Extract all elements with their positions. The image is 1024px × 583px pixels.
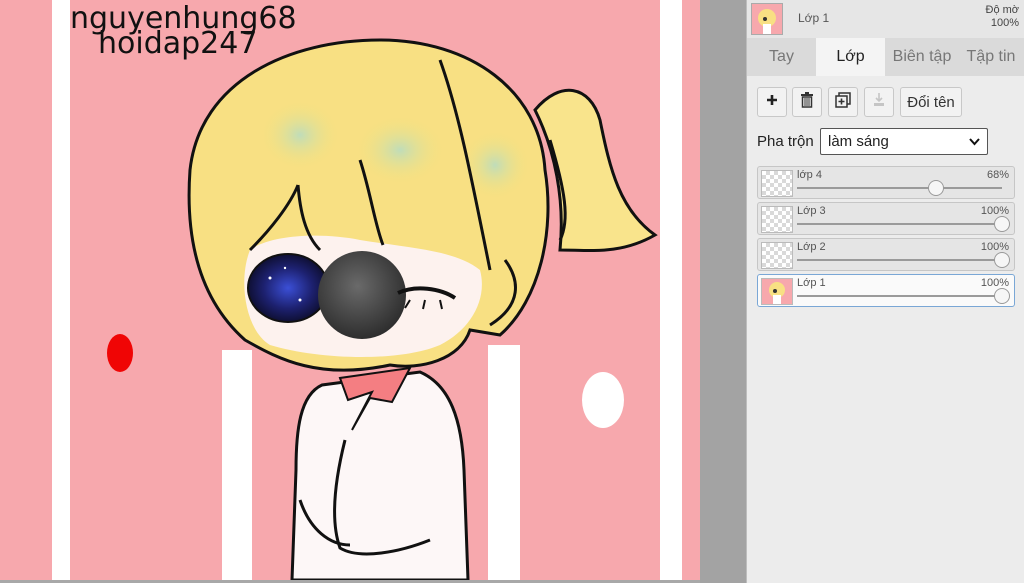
- stripe: [52, 0, 70, 580]
- opacity-slider-track[interactable]: [797, 259, 1002, 261]
- layer-thumbnail: [761, 170, 793, 197]
- blend-mode-select[interactable]: làm sáng: [820, 128, 988, 155]
- drawing-canvas-area[interactable]: nguyenhung68 hoidap247: [0, 0, 700, 583]
- layer-row[interactable]: Lớp 2 100%: [757, 238, 1015, 271]
- rename-layer-button[interactable]: Đổi tên: [900, 87, 962, 117]
- opacity-slider-handle[interactable]: [928, 180, 945, 196]
- duplicate-icon: [835, 92, 851, 112]
- eye-star: [283, 266, 287, 270]
- red-dot: [107, 334, 133, 372]
- layer-opacity: 100%: [980, 241, 1009, 253]
- layer-row[interactable]: lớp 4 68%: [757, 166, 1015, 199]
- hair-highlight: [460, 130, 530, 200]
- opacity-slider-handle[interactable]: [994, 288, 1010, 304]
- merge-down-button[interactable]: [864, 87, 894, 117]
- layer-name: Lớp 2: [797, 241, 826, 253]
- opacity-value: 100%: [990, 17, 1019, 29]
- galaxy-eye: [247, 253, 329, 323]
- blend-mode-label: Pha trộn: [757, 133, 814, 150]
- layer-name: Lớp 3: [797, 205, 826, 217]
- opacity-slider-handle[interactable]: [994, 252, 1010, 268]
- white-dot: [582, 372, 624, 428]
- canvas-margin: [700, 0, 746, 583]
- plus-icon: [765, 93, 779, 111]
- stripe: [660, 0, 682, 580]
- stripe: [222, 350, 252, 580]
- blend-mode-value: làm sáng: [828, 133, 889, 150]
- hair-highlight: [260, 100, 340, 170]
- tab-tay[interactable]: Tay: [747, 38, 816, 76]
- watermark-line-2: hoidap247: [98, 26, 257, 61]
- current-layer-name: Lớp 1: [798, 11, 830, 25]
- drawing-canvas[interactable]: nguyenhung68 hoidap247: [0, 0, 700, 580]
- opacity-readout: Độ mờ 100%: [986, 4, 1020, 30]
- trash-icon: [800, 92, 814, 112]
- panel-tabs: Tay Lớp Biên tập Tập tin: [747, 38, 1024, 76]
- add-layer-button[interactable]: [757, 87, 787, 117]
- tab-bien-tap[interactable]: Biên tập: [887, 38, 957, 76]
- stripe: [488, 345, 520, 580]
- opacity-slider-handle[interactable]: [994, 216, 1010, 232]
- tab-lop[interactable]: Lớp: [816, 38, 885, 76]
- tab-tap-tin[interactable]: Tập tin: [959, 38, 1023, 76]
- layer-thumbnail: [761, 242, 793, 269]
- layers-tab-content: Đổi tên Pha trộn làm sáng lớp 4 68% Lớp …: [747, 76, 1024, 583]
- hair-highlight: [355, 115, 445, 185]
- layer-opacity: 100%: [980, 205, 1009, 217]
- layers-panel: Lớp 1 Độ mờ 100% Tay Lớp Biên tập Tập ti…: [746, 0, 1024, 583]
- layer-opacity: 68%: [986, 169, 1009, 181]
- duplicate-layer-button[interactable]: [828, 87, 858, 117]
- layer-row-selected[interactable]: Lớp 1 100%: [757, 274, 1015, 307]
- opacity-slider-track[interactable]: [797, 223, 1002, 225]
- glasses-lens: [318, 251, 406, 339]
- layer-name: lớp 4: [797, 169, 822, 181]
- layer-thumbnail: [761, 206, 793, 233]
- opacity-slider-track[interactable]: [797, 187, 1002, 189]
- eye-star: [298, 298, 302, 302]
- chevron-down-icon: [969, 129, 980, 163]
- eye-star: [268, 276, 272, 280]
- current-layer-thumbnail: [751, 3, 783, 35]
- body: [290, 370, 470, 580]
- layer-name: Lớp 1: [797, 277, 826, 289]
- delete-layer-button[interactable]: [792, 87, 822, 117]
- merge-down-icon: [872, 92, 886, 112]
- opacity-label: Độ mờ: [985, 4, 1020, 16]
- panel-header: Lớp 1 Độ mờ 100%: [747, 0, 1024, 38]
- layer-opacity: 100%: [980, 277, 1009, 289]
- opacity-slider-track[interactable]: [797, 295, 1002, 297]
- layer-thumbnail: [761, 278, 793, 305]
- layer-row[interactable]: Lớp 3 100%: [757, 202, 1015, 235]
